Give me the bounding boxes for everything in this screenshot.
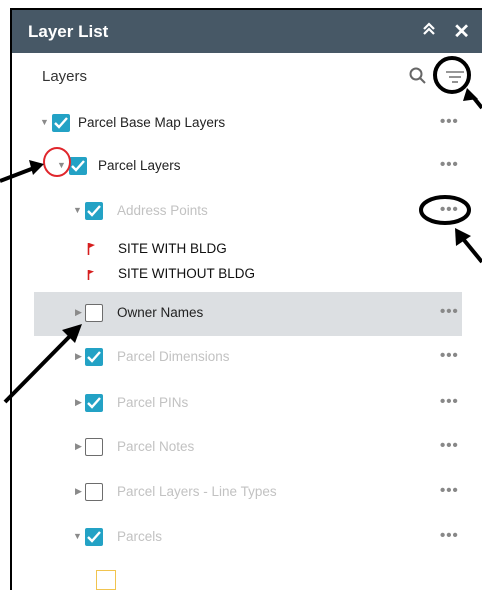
legend-item: SITE WITHOUT BLDG	[12, 263, 482, 287]
layer-row-parcel-layers[interactable]: ▼ Parcel Layers •••	[12, 145, 482, 189]
layer-menu-icon[interactable]: •••	[440, 156, 459, 173]
expand-arrow-icon[interactable]: ▶	[75, 486, 82, 497]
layer-menu-icon[interactable]: •••	[440, 347, 459, 364]
red-flag-icon	[87, 267, 97, 281]
search-icon[interactable]	[408, 66, 428, 86]
legend-item: SITE WITH BLDG	[12, 238, 482, 262]
expand-arrow-icon[interactable]: ▶	[75, 441, 82, 452]
close-icon[interactable]: ✕	[453, 19, 470, 44]
layer-row-parcel-notes[interactable]: ▶ Parcel Notes •••	[12, 426, 482, 470]
expand-arrow-icon[interactable]: ▼	[73, 531, 82, 541]
expand-arrow-icon[interactable]: ▶	[75, 397, 82, 408]
layer-label: Parcel Layers	[98, 158, 181, 173]
layer-label: Address Points	[117, 203, 208, 218]
layer-checkbox[interactable]	[85, 483, 103, 501]
layer-checkbox[interactable]	[85, 348, 103, 366]
expand-arrow-icon[interactable]: ▼	[73, 205, 82, 215]
layer-menu-icon[interactable]: •••	[440, 201, 459, 218]
parcel-symbol-swatch	[96, 570, 116, 590]
double-chevron-up-icon[interactable]	[422, 21, 436, 39]
layer-row-address-points[interactable]: ▼ Address Points •••	[12, 190, 482, 234]
expand-arrow-icon[interactable]: ▼	[57, 160, 66, 170]
layer-menu-icon[interactable]: •••	[440, 113, 459, 130]
legend-label: SITE WITHOUT BLDG	[118, 266, 256, 281]
layer-row-parcels[interactable]: ▼ Parcels •••	[12, 516, 482, 560]
legend-label: SITE WITH BLDG	[118, 241, 227, 256]
layer-checkbox[interactable]	[52, 114, 70, 132]
panel-header: Layer List ✕	[12, 10, 482, 53]
layer-row-parcel-base-map-layers[interactable]: ▼ Parcel Base Map Layers •••	[12, 102, 482, 146]
layer-row-parcel-dimensions[interactable]: ▶ Parcel Dimensions •••	[12, 336, 482, 380]
expand-arrow-icon[interactable]: ▼	[40, 117, 49, 127]
layer-label: Parcel Base Map Layers	[78, 115, 226, 130]
layer-list-panel: Layer List ✕ Layers ▼ Parcel Base Map La…	[10, 8, 482, 590]
layer-menu-icon[interactable]: •••	[440, 482, 459, 499]
filter-icon[interactable]	[442, 64, 468, 90]
expand-arrow-icon[interactable]: ▶	[75, 351, 82, 362]
layer-menu-icon[interactable]: •••	[440, 437, 459, 454]
layer-row-parcel-layers-line-types[interactable]: ▶ Parcel Layers - Line Types •••	[12, 471, 482, 515]
layer-checkbox[interactable]	[69, 157, 87, 175]
layers-section-title: Layers	[42, 68, 88, 85]
layer-menu-icon[interactable]: •••	[440, 527, 459, 544]
layer-checkbox[interactable]	[85, 438, 103, 456]
layer-checkbox[interactable]	[85, 394, 103, 412]
red-flag-icon	[87, 242, 97, 256]
layer-checkbox[interactable]	[85, 202, 103, 220]
panel-title: Layer List	[28, 22, 109, 41]
layer-row-parcel-pins[interactable]: ▶ Parcel PINs •••	[12, 382, 482, 426]
layer-label: Parcel Notes	[117, 439, 195, 454]
layer-row-owner-names[interactable]: ▶ Owner Names •••	[34, 292, 462, 336]
layer-menu-icon[interactable]: •••	[440, 393, 459, 410]
layer-label: Parcel Layers - Line Types	[117, 484, 277, 499]
layer-label: Parcel Dimensions	[117, 349, 230, 364]
layer-checkbox[interactable]	[85, 528, 103, 546]
expand-arrow-icon[interactable]: ▶	[75, 307, 82, 318]
layer-label: Parcels	[117, 529, 163, 544]
layer-label: Owner Names	[117, 305, 204, 320]
layer-label: Parcel PINs	[117, 395, 189, 410]
layer-menu-icon[interactable]: •••	[440, 303, 459, 320]
layer-checkbox[interactable]	[85, 304, 103, 322]
